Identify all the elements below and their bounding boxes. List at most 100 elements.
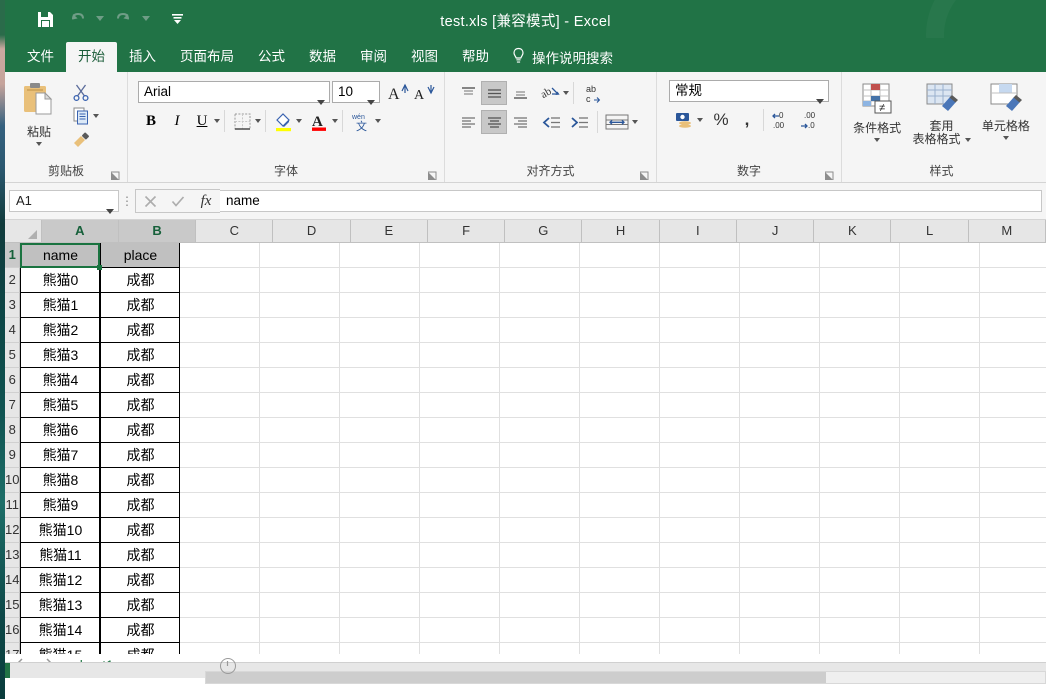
cell-D12[interactable] bbox=[260, 518, 341, 543]
cell-J16[interactable] bbox=[740, 618, 821, 643]
row-header[interactable]: 14 bbox=[5, 568, 21, 593]
cell-K2[interactable] bbox=[820, 268, 901, 293]
cell-F17[interactable] bbox=[420, 643, 501, 654]
cell-C15[interactable] bbox=[180, 593, 261, 618]
copy-button[interactable] bbox=[69, 104, 93, 128]
cell-L1[interactable] bbox=[900, 243, 981, 268]
cell-M10[interactable] bbox=[980, 468, 1046, 493]
cell-K17[interactable] bbox=[820, 643, 901, 654]
cut-button[interactable] bbox=[69, 80, 93, 104]
cell-L15[interactable] bbox=[900, 593, 981, 618]
cell-I5[interactable] bbox=[660, 343, 741, 368]
cell-A12[interactable]: 熊猫10 bbox=[20, 518, 101, 543]
percent-format-button[interactable]: % bbox=[707, 108, 735, 132]
cell-E11[interactable] bbox=[340, 493, 421, 518]
cell-L4[interactable] bbox=[900, 318, 981, 343]
row-header[interactable]: 8 bbox=[5, 418, 21, 443]
row-header[interactable]: 1 bbox=[5, 243, 21, 268]
cell-A5[interactable]: 熊猫3 bbox=[20, 343, 101, 368]
tab-help[interactable]: 帮助 bbox=[450, 42, 501, 72]
cell-G1[interactable] bbox=[500, 243, 581, 268]
row-header[interactable]: 17 bbox=[5, 643, 21, 654]
cell-B12[interactable]: 成都 bbox=[100, 518, 181, 543]
cell-C7[interactable] bbox=[180, 393, 261, 418]
font-size-input[interactable]: 10 bbox=[332, 81, 380, 105]
paste-button[interactable]: 粘贴 bbox=[9, 76, 69, 146]
cell-M5[interactable] bbox=[980, 343, 1046, 368]
row-header[interactable]: 9 bbox=[5, 443, 21, 468]
fill-color-dropdown-icon[interactable] bbox=[296, 119, 302, 123]
cell-style-dropdown-icon[interactable] bbox=[1002, 136, 1009, 140]
cell-M4[interactable] bbox=[980, 318, 1046, 343]
cell-H5[interactable] bbox=[580, 343, 661, 368]
cell-K5[interactable] bbox=[820, 343, 901, 368]
cell-G6[interactable] bbox=[500, 368, 581, 393]
cell-A7[interactable]: 熊猫5 bbox=[20, 393, 101, 418]
align-left-button[interactable] bbox=[455, 110, 481, 134]
cell-G11[interactable] bbox=[500, 493, 581, 518]
cell-L7[interactable] bbox=[900, 393, 981, 418]
cell-J2[interactable] bbox=[740, 268, 821, 293]
cell-M16[interactable] bbox=[980, 618, 1046, 643]
cell-J15[interactable] bbox=[740, 593, 821, 618]
insert-function-icon[interactable]: fx bbox=[192, 189, 220, 213]
cell-J8[interactable] bbox=[740, 418, 821, 443]
cell-C12[interactable] bbox=[180, 518, 261, 543]
cell-B7[interactable]: 成都 bbox=[100, 393, 181, 418]
accounting-dropdown-icon[interactable] bbox=[697, 118, 703, 122]
cell-E16[interactable] bbox=[340, 618, 421, 643]
font-color-dropdown-icon[interactable] bbox=[332, 119, 338, 123]
cell-I7[interactable] bbox=[660, 393, 741, 418]
cell-M9[interactable] bbox=[980, 443, 1046, 468]
cell-D13[interactable] bbox=[260, 543, 341, 568]
cell-E7[interactable] bbox=[340, 393, 421, 418]
cell-K1[interactable] bbox=[820, 243, 901, 268]
italic-button[interactable]: I bbox=[164, 109, 190, 133]
cell-C14[interactable] bbox=[180, 568, 261, 593]
grow-font-button[interactable]: A bbox=[385, 80, 411, 104]
cell-K11[interactable] bbox=[820, 493, 901, 518]
number-format-dropdown-icon[interactable] bbox=[816, 90, 824, 110]
column-header-e[interactable]: E bbox=[350, 220, 428, 242]
cell-D17[interactable] bbox=[260, 643, 341, 654]
cell-F12[interactable] bbox=[420, 518, 501, 543]
row-header[interactable]: 5 bbox=[5, 343, 21, 368]
merge-dropdown-icon[interactable] bbox=[632, 120, 638, 124]
increase-decimal-button[interactable]: 0 .00 bbox=[768, 108, 796, 132]
column-header-d[interactable]: D bbox=[273, 220, 351, 242]
cell-B9[interactable]: 成都 bbox=[100, 443, 181, 468]
cell-H15[interactable] bbox=[580, 593, 661, 618]
cell-F3[interactable] bbox=[420, 293, 501, 318]
cell-E13[interactable] bbox=[340, 543, 421, 568]
cell-F4[interactable] bbox=[420, 318, 501, 343]
column-header-l[interactable]: L bbox=[891, 220, 969, 242]
cell-C6[interactable] bbox=[180, 368, 261, 393]
cell-C2[interactable] bbox=[180, 268, 261, 293]
row-header[interactable]: 16 bbox=[5, 618, 21, 643]
tab-page-layout[interactable]: 页面布局 bbox=[168, 42, 246, 72]
horizontal-scrollbar[interactable] bbox=[205, 671, 1046, 684]
tab-review[interactable]: 审阅 bbox=[348, 42, 399, 72]
cell-B11[interactable]: 成都 bbox=[100, 493, 181, 518]
cell-H4[interactable] bbox=[580, 318, 661, 343]
cell-F9[interactable] bbox=[420, 443, 501, 468]
phonetic-dropdown-icon[interactable] bbox=[375, 119, 381, 123]
cell-D10[interactable] bbox=[260, 468, 341, 493]
cell-L14[interactable] bbox=[900, 568, 981, 593]
cell-M7[interactable] bbox=[980, 393, 1046, 418]
tell-me-search[interactable]: 操作说明搜索 bbox=[511, 42, 613, 72]
cell-J10[interactable] bbox=[740, 468, 821, 493]
cell-C8[interactable] bbox=[180, 418, 261, 443]
cell-E14[interactable] bbox=[340, 568, 421, 593]
cell-A4[interactable]: 熊猫2 bbox=[20, 318, 101, 343]
cell-D16[interactable] bbox=[260, 618, 341, 643]
cell-M2[interactable] bbox=[980, 268, 1046, 293]
cell-M13[interactable] bbox=[980, 543, 1046, 568]
tab-home[interactable]: 开始 bbox=[66, 42, 117, 72]
cell-I16[interactable] bbox=[660, 618, 741, 643]
column-header-h[interactable]: H bbox=[582, 220, 660, 242]
cell-A14[interactable]: 熊猫12 bbox=[20, 568, 101, 593]
cell-H12[interactable] bbox=[580, 518, 661, 543]
formula-input[interactable]: name bbox=[220, 190, 1042, 212]
cell-F11[interactable] bbox=[420, 493, 501, 518]
